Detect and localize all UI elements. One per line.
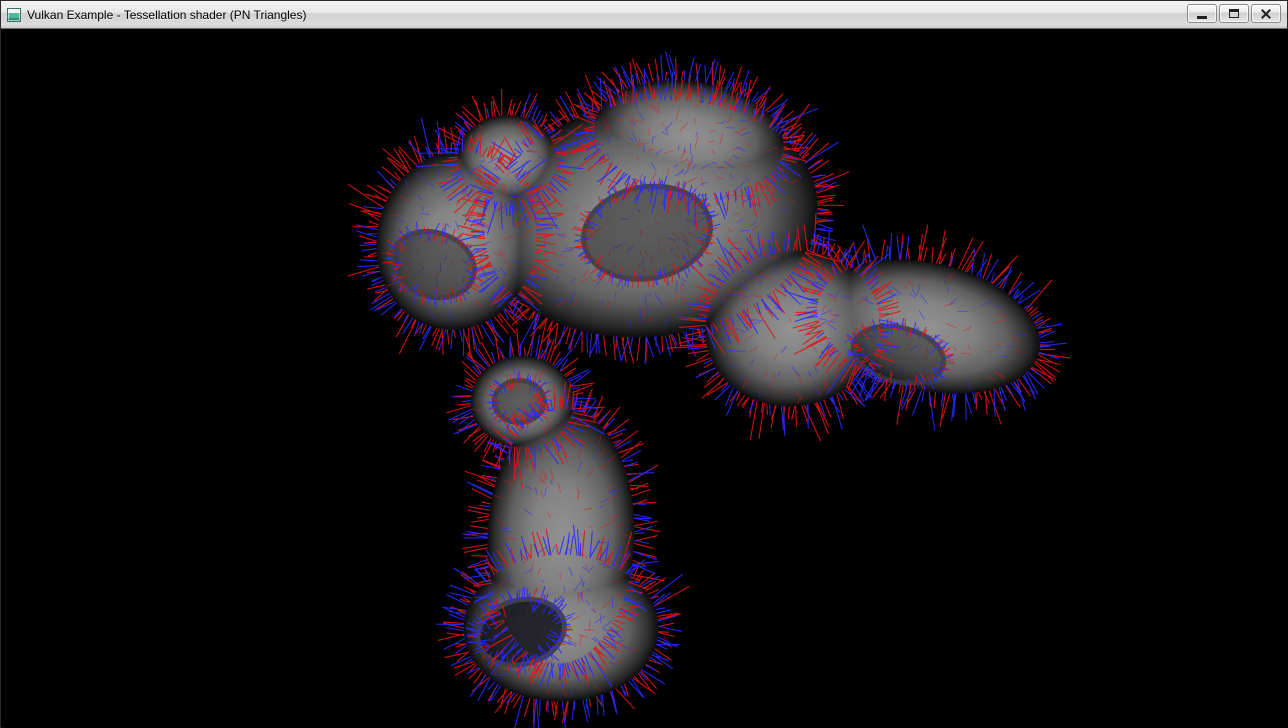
tessellation-render (2, 29, 1288, 728)
maximize-button[interactable] (1219, 4, 1249, 23)
window-controls (1187, 1, 1281, 23)
render-viewport[interactable] (2, 29, 1288, 728)
app-icon (7, 8, 21, 22)
close-button[interactable] (1251, 4, 1281, 23)
close-icon (1260, 8, 1272, 20)
maximize-icon (1229, 9, 1239, 18)
app-window: Vulkan Example - Tessellation shader (PN… (0, 0, 1288, 728)
minimize-icon (1197, 16, 1207, 19)
window-title: Vulkan Example - Tessellation shader (PN… (27, 8, 306, 22)
titlebar[interactable]: Vulkan Example - Tessellation shader (PN… (1, 1, 1287, 29)
minimize-button[interactable] (1187, 4, 1217, 23)
